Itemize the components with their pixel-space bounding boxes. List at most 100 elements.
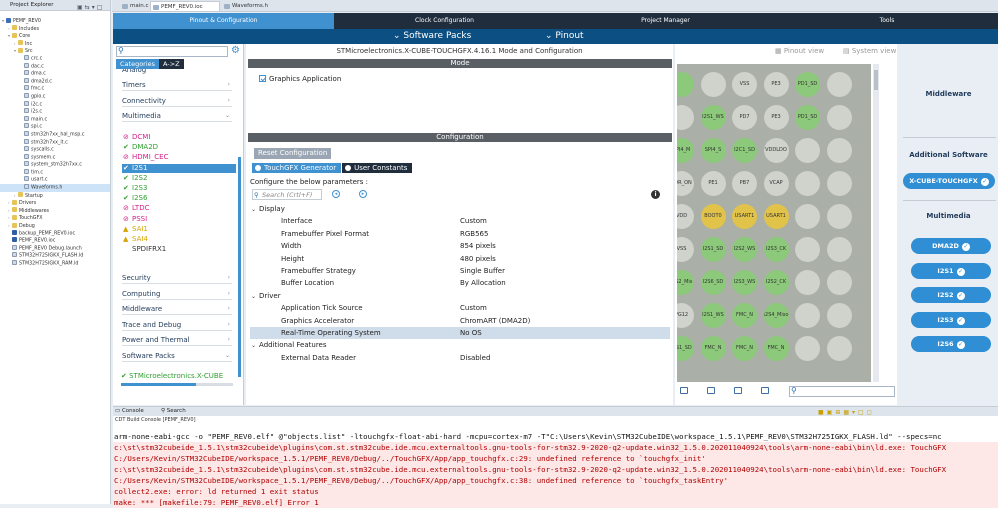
tree-item[interactable]: spi.c (0, 123, 110, 131)
tree-item[interactable]: PEMF_REV0 Debug.launch (0, 244, 110, 253)
chip-pin[interactable] (677, 105, 694, 130)
chip-pin[interactable]: I2S1_SD (677, 336, 694, 361)
explorer-toolbar-icons[interactable]: ▣⇆▾□ (77, 2, 107, 11)
chip-pin[interactable]: SPI4_S (700, 138, 726, 163)
category-power-and-thermal[interactable]: Power and Thermal › (122, 336, 232, 346)
chip-pin[interactable]: USART1 (732, 204, 757, 229)
editor-tab[interactable]: PEMF_REV0.ioc (150, 1, 220, 11)
chip-pin[interactable]: I2S3_WS (732, 270, 757, 295)
chip-pin[interactable]: PG12 (677, 303, 694, 328)
pinout-scrollbar[interactable] (873, 64, 879, 382)
tab-search[interactable]: ⚲ Search (161, 407, 186, 416)
chip-pin[interactable] (795, 336, 820, 361)
peripheral-item[interactable]: ▲ SAI1 (123, 225, 148, 234)
tab-user-constants[interactable]: User Constants (342, 163, 413, 173)
param-row[interactable]: Framebuffer Strategy Single Buffer (250, 265, 670, 277)
tab-touchgfx-generator[interactable]: TouchGFX Generator (252, 163, 342, 173)
tree-item[interactable]: i2c.c (0, 100, 110, 109)
chip-pin[interactable]: BOOT0 (700, 204, 726, 229)
tree-item[interactable]: main.c (0, 115, 110, 124)
chip-pin[interactable]: PDR_ON (677, 171, 694, 196)
tree-item[interactable]: › Startup (0, 192, 110, 200)
chip-pin[interactable] (826, 105, 852, 130)
tree-item[interactable]: gpio.c (0, 92, 110, 101)
param-group[interactable]: ⌄ Additional Features (250, 339, 670, 351)
tree-item[interactable]: ▾ Core (0, 32, 110, 40)
chip-pin[interactable]: VCAP (763, 171, 789, 196)
param-row[interactable]: Real-Time Operating System No OS (250, 326, 670, 340)
multimedia-i2s6-button[interactable]: I2S6 ✓ (911, 336, 991, 352)
pack-horizontal-scrollbar[interactable] (121, 383, 233, 386)
chip-pin[interactable] (826, 204, 852, 229)
chip-pin[interactable]: PD1_SD (795, 72, 820, 97)
software-packs-menu[interactable]: ⌄ Software Packs (393, 29, 471, 44)
category-software-packs[interactable]: Software Packs ⌄ (122, 352, 232, 362)
param-group[interactable]: ⌄ Display (250, 203, 670, 215)
tab-clock-configuration[interactable]: Clock Configuration (334, 13, 555, 29)
fit-icon[interactable] (707, 387, 715, 394)
system-view-button[interactable]: ▤ System view (843, 47, 896, 55)
chip-pin[interactable]: PE3 (763, 72, 789, 97)
peripheral-item[interactable]: SPDIFRX1 (123, 245, 166, 254)
tree-item[interactable]: STM32H725IGKX_FLASH.ld (0, 252, 110, 260)
export-icon[interactable] (761, 387, 769, 394)
chip-pin[interactable]: VSS (677, 237, 694, 262)
chip-pin[interactable]: PD7 (732, 105, 757, 130)
peripheral-item[interactable]: ✔ I2S2 (123, 174, 147, 183)
chip-pin[interactable]: VSS (732, 72, 757, 97)
tree-item[interactable]: ▾ PEMF_REV0 (0, 17, 110, 25)
tree-item[interactable]: › Drivers (0, 199, 110, 207)
tab-tools[interactable]: Tools (776, 13, 998, 29)
tree-item[interactable]: › Middlewares (0, 207, 110, 215)
peripheral-item[interactable]: ⊘ LTDC (123, 204, 150, 213)
tree-item[interactable]: PEMF_REV0.ioc (0, 237, 110, 245)
chip-pin-grid[interactable]: VSSPE3PD1_SDI2S1_WSPD7PE3PD1_SDSPI4_MSPI… (677, 64, 871, 382)
chip-pin[interactable]: I2S1_WS (700, 303, 726, 328)
category-trace-and-debug[interactable]: Trace and Debug › (122, 321, 232, 331)
chip-pin[interactable] (795, 138, 820, 163)
param-row[interactable]: Application Tick Source Custom (250, 302, 670, 314)
peripheral-item[interactable]: ✔ I2S1 (122, 163, 236, 173)
chip-pin[interactable]: PE1 (700, 171, 726, 196)
param-value[interactable]: Custom (460, 215, 487, 227)
graphics-application-checkbox[interactable]: Graphics Application (259, 75, 341, 83)
multimedia-i2s1-button[interactable]: I2S1 ✓ (911, 262, 991, 279)
chip-pin[interactable]: PE3 (763, 105, 789, 130)
chip-pin[interactable] (795, 237, 820, 262)
chip-pin[interactable] (826, 336, 852, 361)
chip-pin[interactable]: I2S3_CK (763, 237, 789, 262)
chip-pin[interactable] (700, 72, 726, 97)
tree-item[interactable]: crc.c (0, 54, 110, 63)
chip-pin[interactable] (826, 270, 852, 295)
tree-item[interactable]: dac.c (0, 62, 110, 71)
param-value[interactable]: 854 pixels (460, 240, 496, 252)
multimedia-dma2d-button[interactable]: DMA2D ✓ (911, 238, 991, 254)
pinout-view-button[interactable]: ▦ Pinout view (775, 47, 824, 55)
tree-item[interactable]: fmc.c (0, 85, 110, 93)
chip-pin[interactable] (826, 237, 852, 262)
category-connectivity[interactable]: Connectivity › (122, 97, 232, 107)
param-row[interactable]: Height 480 pixels (250, 253, 670, 265)
chip-pin[interactable] (795, 204, 820, 229)
chip-pin[interactable] (677, 72, 694, 97)
chip-pin[interactable]: PB7 (732, 171, 757, 196)
tree-item[interactable]: stm32h7xx_hal_msp.c (0, 130, 110, 139)
tree-item[interactable]: sysmem.c (0, 153, 110, 162)
category-computing[interactable]: Computing › (122, 290, 232, 300)
chip-pin[interactable] (826, 72, 852, 97)
tree-item[interactable]: › Debug (0, 222, 110, 230)
category-multimedia[interactable]: Multimedia ⌄ (122, 112, 232, 122)
tree-item[interactable]: dma2d.c (0, 77, 110, 86)
param-value[interactable]: RGB565 (460, 228, 488, 240)
param-row[interactable]: Buffer Location By Allocation (250, 277, 670, 289)
param-value[interactable]: No OS (460, 327, 482, 339)
chip-pin[interactable] (826, 138, 852, 163)
chip-pin[interactable] (795, 171, 820, 196)
param-value[interactable]: Disabled (460, 352, 490, 364)
tree-item[interactable]: usart.c (0, 176, 110, 184)
peripheral-item[interactable]: ✔ DMA2D (123, 143, 158, 152)
zoom-in-icon[interactable] (680, 387, 688, 394)
tree-item[interactable]: syscalls.c (0, 146, 110, 154)
chip-pin[interactable]: I2C1_SD (732, 138, 757, 163)
chip-pin[interactable]: FMC_N (700, 336, 726, 361)
